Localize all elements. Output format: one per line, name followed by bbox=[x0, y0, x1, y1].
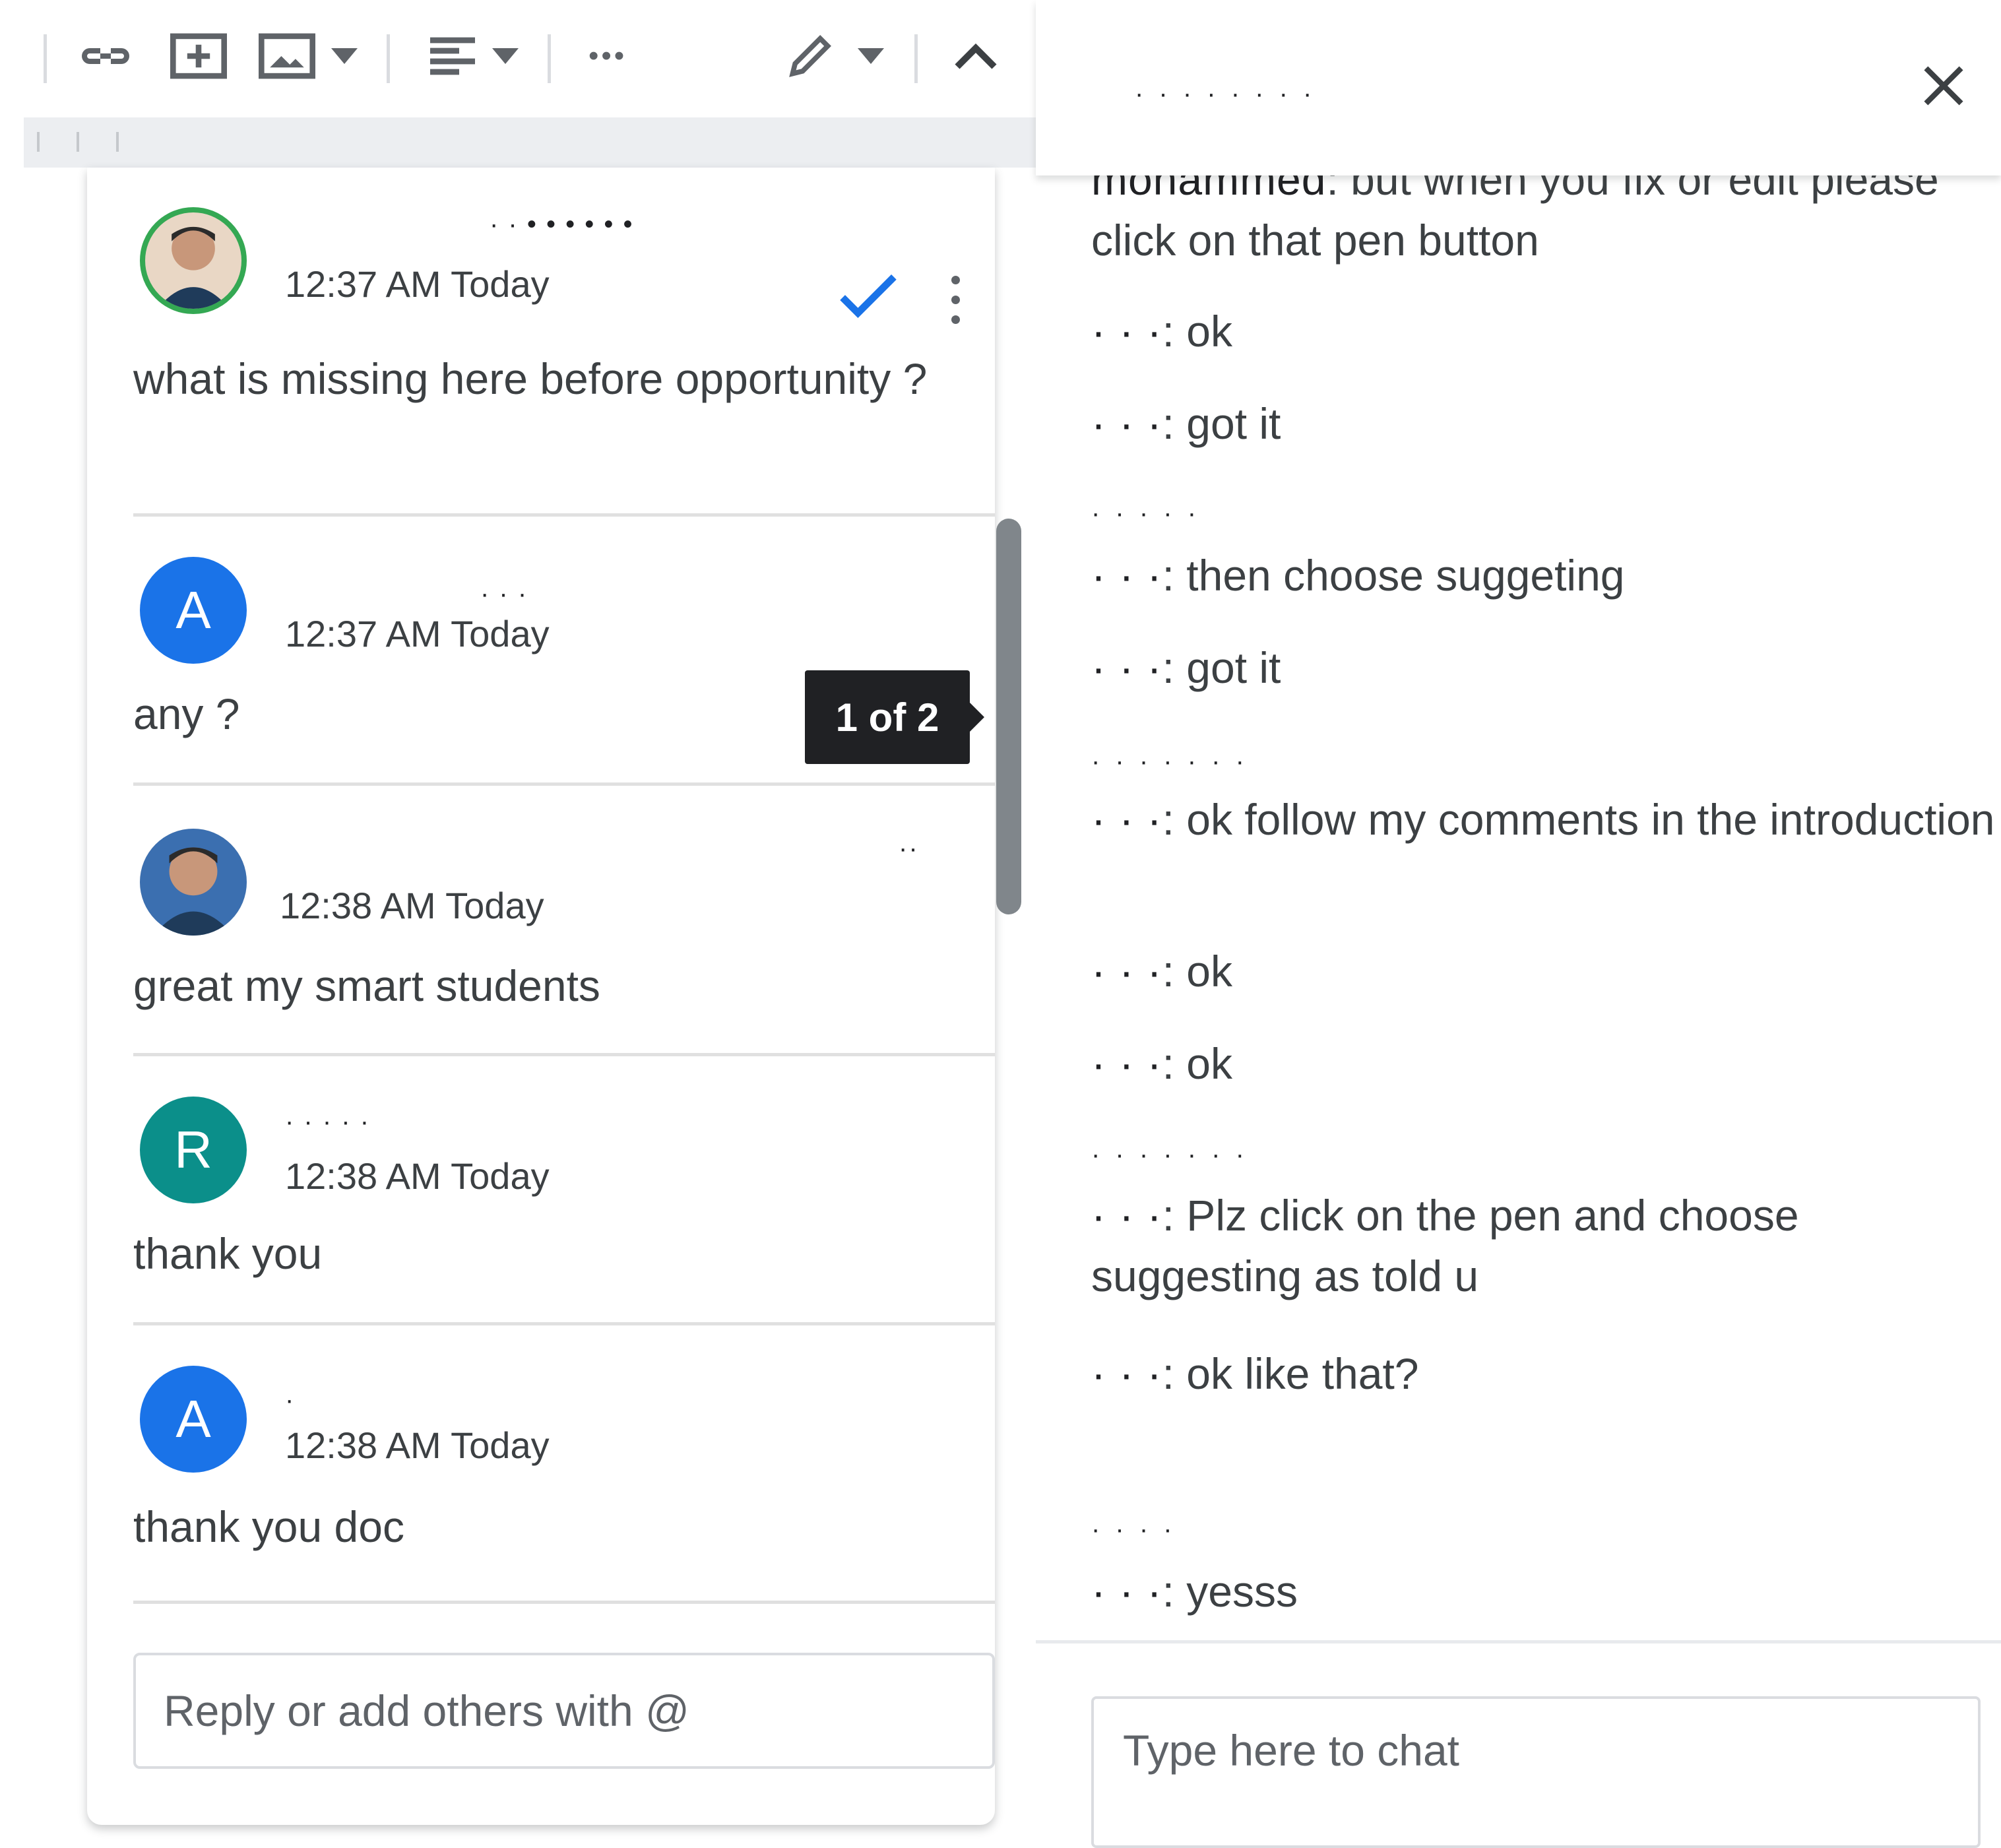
comment-timestamp: 12:38 AM Today bbox=[285, 1155, 550, 1197]
ruler-tick bbox=[37, 132, 40, 152]
chat-sender: · · · bbox=[1091, 1567, 1162, 1616]
avatar: R bbox=[140, 1097, 247, 1203]
ruler-tick bbox=[77, 132, 79, 152]
insert-comment-icon[interactable] bbox=[170, 26, 227, 86]
chat-text: ok bbox=[1186, 947, 1233, 996]
chat-text: ok bbox=[1186, 307, 1233, 356]
chat-message: · · ·: then choose suggeting bbox=[1091, 551, 1625, 600]
chat-text: got it bbox=[1186, 643, 1281, 692]
insert-image-icon[interactable] bbox=[259, 26, 315, 86]
comment-timestamp: 12:38 AM Today bbox=[285, 1424, 550, 1466]
chat-message: · · ·: got it bbox=[1091, 643, 1281, 692]
chat-message-list: mohammed: but when you fix or edit pleas… bbox=[1091, 175, 1995, 1627]
toolbar-divider bbox=[387, 34, 390, 83]
chat-sender-line: · · · · · · · bbox=[1091, 747, 1248, 776]
comment-divider bbox=[133, 513, 995, 517]
comment-divider bbox=[133, 1322, 995, 1325]
more-horiz-icon[interactable]: ••• bbox=[588, 26, 627, 86]
comment-author: · bbox=[285, 1386, 296, 1415]
editor-toolbar: ••• bbox=[0, 0, 1036, 117]
chat-sender: · · · bbox=[1091, 307, 1162, 356]
comment-author: · · · bbox=[480, 579, 528, 608]
align-dropdown-icon[interactable] bbox=[492, 26, 519, 86]
chat-sender-line: · · · · · · · bbox=[1091, 1140, 1248, 1169]
comment-author: · · • • • • • • bbox=[490, 210, 634, 239]
comment-divider bbox=[133, 782, 995, 786]
chat-sender: · · · bbox=[1091, 1349, 1162, 1398]
chat-message: · · ·: got it bbox=[1091, 399, 1281, 448]
chat-sender: · · · bbox=[1091, 399, 1162, 448]
chat-text: Plz click on the pen and choose suggesti… bbox=[1091, 1191, 1799, 1300]
comment-timestamp: 12:37 AM Today bbox=[285, 613, 550, 654]
chat-message: · · ·: ok follow my comments in the intr… bbox=[1091, 795, 1995, 844]
ruler bbox=[24, 117, 1036, 168]
resolve-check-icon[interactable] bbox=[837, 274, 900, 324]
chat-sender: · · · bbox=[1091, 643, 1162, 692]
comment-divider bbox=[133, 1053, 995, 1056]
comment-author: ·· bbox=[899, 834, 919, 863]
chat-title: · · · · · · · · bbox=[1135, 79, 1316, 108]
chat-sender-line: · · · · · bbox=[1091, 499, 1201, 528]
more-vert-icon[interactable] bbox=[951, 276, 961, 335]
chat-text: ok follow my comments in the introductio… bbox=[1186, 795, 1995, 844]
comment-timestamp: 12:37 AM Today bbox=[285, 263, 550, 305]
chat-footer: Type here to chat bbox=[1036, 1640, 2001, 1848]
comment-text: thank you bbox=[133, 1229, 323, 1278]
chat-text: got it bbox=[1186, 399, 1281, 448]
mode-dropdown-icon[interactable] bbox=[858, 26, 884, 86]
avatar bbox=[140, 829, 247, 936]
chat-sender: · · · bbox=[1091, 1191, 1162, 1240]
comment-thread: · · • • • • • • 12:37 AM Today what is m… bbox=[87, 168, 995, 1825]
image-dropdown-icon[interactable] bbox=[331, 26, 358, 86]
chat-message: · · ·: ok bbox=[1091, 1039, 1233, 1088]
align-icon[interactable] bbox=[428, 26, 478, 86]
chat-input[interactable]: Type here to chat bbox=[1091, 1696, 1981, 1848]
comment-timestamp: 12:38 AM Today bbox=[280, 885, 544, 926]
chat-message: · · ·: ok like that? bbox=[1091, 1349, 1419, 1398]
edit-pencil-icon[interactable] bbox=[785, 26, 835, 86]
avatar: A bbox=[140, 1366, 247, 1473]
chat-text: ok like that? bbox=[1186, 1349, 1419, 1398]
chat-text: yesss bbox=[1186, 1567, 1298, 1616]
chat-sender: · · · bbox=[1091, 551, 1162, 600]
chat-message: mohammed: but when you fix or edit pleas… bbox=[1091, 175, 1995, 271]
ruler-tick bbox=[116, 132, 119, 152]
avatar: A bbox=[140, 557, 247, 664]
toolbar-divider bbox=[914, 34, 918, 83]
chat-sender-line: · · · · bbox=[1091, 1515, 1176, 1544]
chat-sender: mohammed bbox=[1091, 175, 1327, 204]
comment-scrollbar[interactable] bbox=[996, 519, 1021, 914]
chat-sender: · · · bbox=[1091, 947, 1162, 996]
chat-sender: · · · bbox=[1091, 1039, 1162, 1088]
reply-input[interactable]: Reply or add others with @ bbox=[133, 1653, 995, 1769]
chat-message: · · ·: ok bbox=[1091, 947, 1233, 996]
comment-divider bbox=[133, 1601, 995, 1604]
chat-sender: · · · bbox=[1091, 795, 1162, 844]
comment-text: thank you doc bbox=[133, 1502, 404, 1551]
chat-text: ok bbox=[1186, 1039, 1233, 1088]
avatar bbox=[140, 207, 247, 314]
chat-message: · · ·: yesss bbox=[1091, 1567, 1298, 1616]
comment-text: great my smart students bbox=[133, 961, 600, 1010]
toolbar-divider bbox=[548, 34, 551, 83]
chat-panel: · · · · · · · · mohammed: but when you f… bbox=[1036, 0, 2001, 1848]
collapse-icon[interactable] bbox=[954, 26, 998, 86]
comment-text: what is missing here before opportunity … bbox=[133, 354, 928, 403]
comment-count-tooltip: 1 of 2 bbox=[805, 670, 984, 764]
toolbar-divider bbox=[44, 34, 47, 83]
comment-author: · · · · · bbox=[285, 1107, 371, 1136]
chat-message: · · ·: Plz click on the pen and choose s… bbox=[1091, 1191, 1799, 1300]
close-icon[interactable] bbox=[1919, 61, 1969, 111]
link-icon[interactable] bbox=[74, 26, 137, 86]
chat-message: · · ·: ok bbox=[1091, 307, 1233, 356]
chat-text: then choose suggeting bbox=[1186, 551, 1625, 600]
chat-header: · · · · · · · · bbox=[1036, 0, 2001, 175]
